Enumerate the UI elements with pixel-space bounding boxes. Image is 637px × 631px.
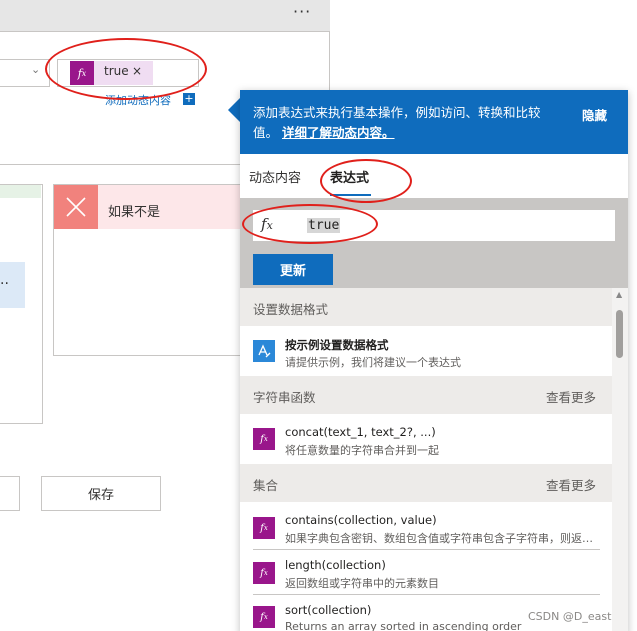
section-header: 集合 查看更多 <box>240 464 612 502</box>
flyout-pointer <box>228 98 240 122</box>
list-item-name[interactable]: contains(collection, value) <box>285 513 437 527</box>
expression-input[interactable]: fx true <box>253 210 615 241</box>
see-more-link[interactable]: 查看更多 <box>546 387 596 406</box>
section-title: 设置数据格式 <box>253 302 329 317</box>
learn-more-link[interactable]: 详细了解动态内容。 <box>282 125 395 140</box>
fx-icon: fx <box>253 562 275 584</box>
close-icon <box>54 185 98 229</box>
save-button[interactable]: 保存 <box>41 476 161 511</box>
section-title: 集合 <box>253 478 279 493</box>
divider <box>253 594 600 595</box>
list-item-desc: 如果字典包含密钥、数组包含值或字符串包含子字符串，则返回 true <box>285 532 600 545</box>
list-item-desc: 返回数组或字符串中的元素数目 <box>285 577 439 590</box>
section-header: 设置数据格式 <box>240 288 612 326</box>
scrollbar-thumb[interactable] <box>616 310 623 358</box>
list-item-name[interactable]: concat(text_1, text_2?, ...) <box>285 425 436 439</box>
expression-editor-area: fx true 更新 <box>240 198 628 288</box>
section-title: 字符串函数 <box>253 390 316 405</box>
tab-expression[interactable]: 表达式 <box>330 167 369 186</box>
more-options-icon[interactable]: ··· <box>293 2 311 21</box>
info-banner: 添加表达式来执行基本操作，例如访问、转换和比较值。 详细了解动态内容。 隐藏 <box>240 90 628 154</box>
condition-card-header <box>0 0 330 32</box>
active-tab-indicator <box>330 194 371 196</box>
if-yes-header <box>0 185 41 198</box>
section-header: 字符串函数 查看更多 <box>240 376 612 414</box>
new-step-button[interactable] <box>0 476 20 511</box>
expression-flyout: 添加表达式来执行基本操作，例如访问、转换和比较值。 详细了解动态内容。 隐藏 动… <box>240 90 628 631</box>
expression-value[interactable]: true <box>307 218 341 233</box>
list-item-name[interactable]: 按示例设置数据格式 <box>285 337 389 353</box>
update-button[interactable]: 更新 <box>253 254 333 285</box>
add-dynamic-content-link[interactable]: 添加动态内容 <box>105 92 171 108</box>
fx-icon: fx <box>253 517 275 539</box>
list-item-name[interactable]: sort(collection) <box>285 603 371 617</box>
operator-dropdown[interactable] <box>0 59 50 87</box>
token-label: true <box>104 64 129 78</box>
divider <box>253 549 600 550</box>
list-item-name[interactable]: length(collection) <box>285 558 386 572</box>
fx-icon: fx <box>253 606 275 628</box>
if-no-label: 如果不是 <box>108 205 161 220</box>
add-icon[interactable]: + <box>183 93 195 105</box>
fx-icon: fx <box>70 61 94 85</box>
hide-button[interactable]: 隐藏 <box>582 105 607 124</box>
scroll-up-icon[interactable]: ▲ <box>616 290 622 299</box>
screen: ··· ⌄ fx true × 添加动态内容 + ·· 如果不是 保存 添加表达… <box>0 0 637 631</box>
chevron-down-icon[interactable]: ⌄ <box>31 63 40 76</box>
info-text: 添加表达式来执行基本操作，例如访问、转换和比较值。 详细了解动态内容。 <box>253 103 563 143</box>
list-item-desc: 将任意数量的字符串合并到一起 <box>285 444 439 457</box>
tab-dynamic-content[interactable]: 动态内容 <box>249 167 301 186</box>
see-more-link[interactable]: 查看更多 <box>546 475 596 494</box>
function-list: 设置数据格式 按示例设置数据格式 请提供示例，我们将建议一个表达式 字符串函数 … <box>240 288 612 631</box>
list-item-desc: 请提供示例，我们将建议一个表达式 <box>285 356 461 369</box>
more-options-icon[interactable]: ·· <box>0 276 9 292</box>
watermark: CSDN @D_east <box>528 610 612 623</box>
token-remove-icon[interactable]: × <box>132 64 142 78</box>
fx-icon: fx <box>261 215 273 233</box>
fx-icon: fx <box>253 428 275 450</box>
format-icon <box>253 340 275 362</box>
